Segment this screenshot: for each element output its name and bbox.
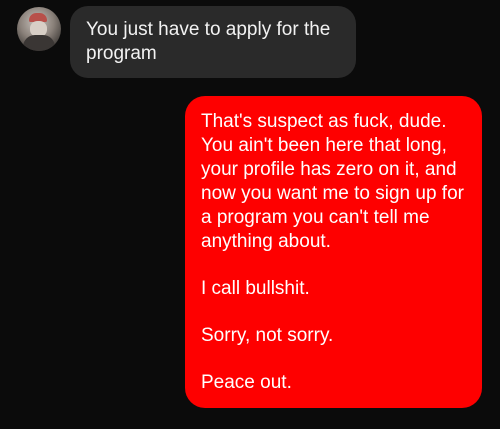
outgoing-message-bubble[interactable]: That's suspect as fuck, dude. You ain't …: [185, 96, 482, 408]
outgoing-message-paragraph: Sorry, not sorry.: [201, 325, 334, 346]
avatar-shirt-shape: [23, 35, 55, 51]
outgoing-message-paragraph: That's suspect as fuck, dude. You ain't …: [201, 111, 464, 252]
incoming-message-bubble[interactable]: You just have to apply for the program: [70, 6, 356, 78]
incoming-message-text: You just have to apply for the program: [86, 19, 331, 64]
sender-avatar[interactable]: [17, 7, 61, 51]
outgoing-message-paragraph: Peace out.: [201, 372, 292, 393]
outgoing-message-paragraph: I call bullshit.: [201, 278, 310, 299]
